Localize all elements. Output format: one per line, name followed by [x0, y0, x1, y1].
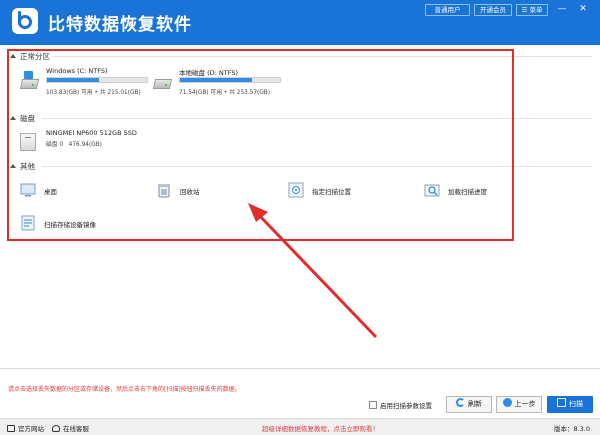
- refresh-icon: [456, 398, 465, 407]
- scan-button[interactable]: 扫描: [547, 396, 593, 413]
- content-area: 正常分区 Windows (C: NTFS) 103.83(GB) 可用 • 共…: [0, 45, 600, 369]
- scan-settings-checkbox[interactable]: 启用扫描参数设置: [369, 400, 432, 410]
- official-website-link[interactable]: 官方网站: [7, 423, 44, 433]
- section-title: 其他: [20, 162, 35, 171]
- load-progress-icon: [424, 184, 440, 197]
- refresh-label: 刷新: [468, 400, 482, 408]
- collapse-arrow-icon: [10, 116, 16, 120]
- item-label: 扫描存储设备镜像: [44, 221, 96, 229]
- checkbox-label: 启用扫描参数设置: [380, 402, 432, 410]
- section-partitions-header[interactable]: 正常分区: [10, 51, 50, 61]
- normal-user-button[interactable]: 普通用户: [425, 4, 470, 16]
- title-bar: 比特数据恢复软件 普通用户 开通会员 ☰ 菜单 — ✕: [0, 0, 600, 45]
- other-device-image[interactable]: 扫描存储设备镜像: [20, 215, 120, 235]
- back-arrow-icon: [502, 398, 512, 407]
- disk-size: 476.94(GB): [68, 142, 102, 148]
- drive-d[interactable]: 本地磁盘 (D: NTFS) 71.54(GB) 可用 • 共 253.57(G…: [152, 67, 283, 107]
- section-other-header[interactable]: 其他: [10, 161, 35, 171]
- monitor-icon: [7, 425, 15, 432]
- drive-c[interactable]: Windows (C: NTFS) 103.83(GB) 可用 • 共 215.…: [19, 67, 150, 107]
- drive-usage-bar: [46, 77, 148, 83]
- online-support-link[interactable]: 在线客服: [52, 423, 89, 433]
- back-label: 上一步: [514, 400, 536, 408]
- recycle-bin-icon: [158, 184, 170, 198]
- other-target-location[interactable]: 指定扫描位置: [288, 182, 368, 202]
- drive-space-info: 103.83(GB) 可用 • 共 215.01(GB): [46, 90, 141, 96]
- drive-usage-bar: [179, 77, 281, 83]
- website-label: 官方网站: [18, 425, 44, 433]
- other-recycle-bin[interactable]: 回收站: [156, 182, 236, 202]
- item-label: 指定扫描位置: [312, 188, 351, 196]
- target-location-icon: [288, 182, 304, 198]
- headset-icon: [52, 425, 60, 432]
- collapse-arrow-icon: [10, 54, 16, 58]
- instruction-hint: 请点击选择丢失数据的分区或存储设备，然后点击右下角的[扫描]按钮扫描丢失的数据。: [8, 386, 241, 393]
- scan-icon: [557, 398, 566, 407]
- disk-ssd[interactable]: NINGMEI NP600 512GB SSD 磁盘 0 476.94(GB): [20, 129, 140, 169]
- divider: [42, 166, 592, 167]
- app-logo-icon: [12, 8, 38, 34]
- section-title: 磁盘: [20, 114, 35, 123]
- menu-button[interactable]: ☰ 菜单: [516, 4, 548, 16]
- scan-label: 扫描: [569, 400, 583, 408]
- drive-name: Windows (C: NTFS): [46, 67, 108, 75]
- section-title: 正常分区: [20, 52, 50, 61]
- disk-name: NINGMEI NP600 512GB SSD: [46, 129, 137, 137]
- item-label: 加载扫描进度: [448, 188, 487, 196]
- divider: [42, 118, 592, 119]
- section-disks-header[interactable]: 磁盘: [10, 113, 35, 123]
- disk-index: 磁盘 0: [46, 142, 64, 148]
- local-drive-icon: [152, 71, 173, 93]
- collapse-arrow-icon: [10, 164, 16, 168]
- app-title: 比特数据恢复软件: [48, 15, 192, 35]
- device-image-icon: [21, 215, 35, 231]
- back-button[interactable]: 上一步: [496, 396, 542, 413]
- minimize-button[interactable]: —: [556, 3, 568, 16]
- open-membership-button[interactable]: 开通会员: [474, 4, 512, 16]
- drive-space-info: 71.54(GB) 可用 • 共 253.57(GB): [179, 90, 271, 96]
- ssd-icon: [20, 133, 36, 151]
- other-load-progress[interactable]: 加载扫描进度: [424, 182, 504, 202]
- other-desktop[interactable]: 桌面: [20, 182, 100, 202]
- divider: [52, 56, 592, 57]
- status-bar: 官方网站 在线客服 超级详细数据恢复教程，点击立即观看！ 版本：8.3.0: [0, 418, 600, 435]
- item-label: 桌面: [44, 188, 57, 196]
- item-label: 回收站: [180, 188, 200, 196]
- checkbox-box[interactable]: [369, 401, 377, 409]
- refresh-button[interactable]: 刷新: [446, 396, 492, 413]
- support-label: 在线客服: [63, 425, 89, 433]
- menu-label: 菜单: [529, 6, 543, 14]
- windows-drive-icon: [19, 71, 40, 93]
- version-label: 版本：8.3.0: [553, 425, 590, 433]
- drive-name: 本地磁盘 (D: NTFS): [179, 69, 238, 77]
- disk-info: 磁盘 0 476.94(GB): [46, 139, 102, 148]
- tutorial-promo-link[interactable]: 超级详细数据恢复教程，点击立即观看！: [262, 423, 379, 433]
- close-button[interactable]: ✕: [577, 3, 589, 16]
- desktop-icon: [20, 183, 36, 197]
